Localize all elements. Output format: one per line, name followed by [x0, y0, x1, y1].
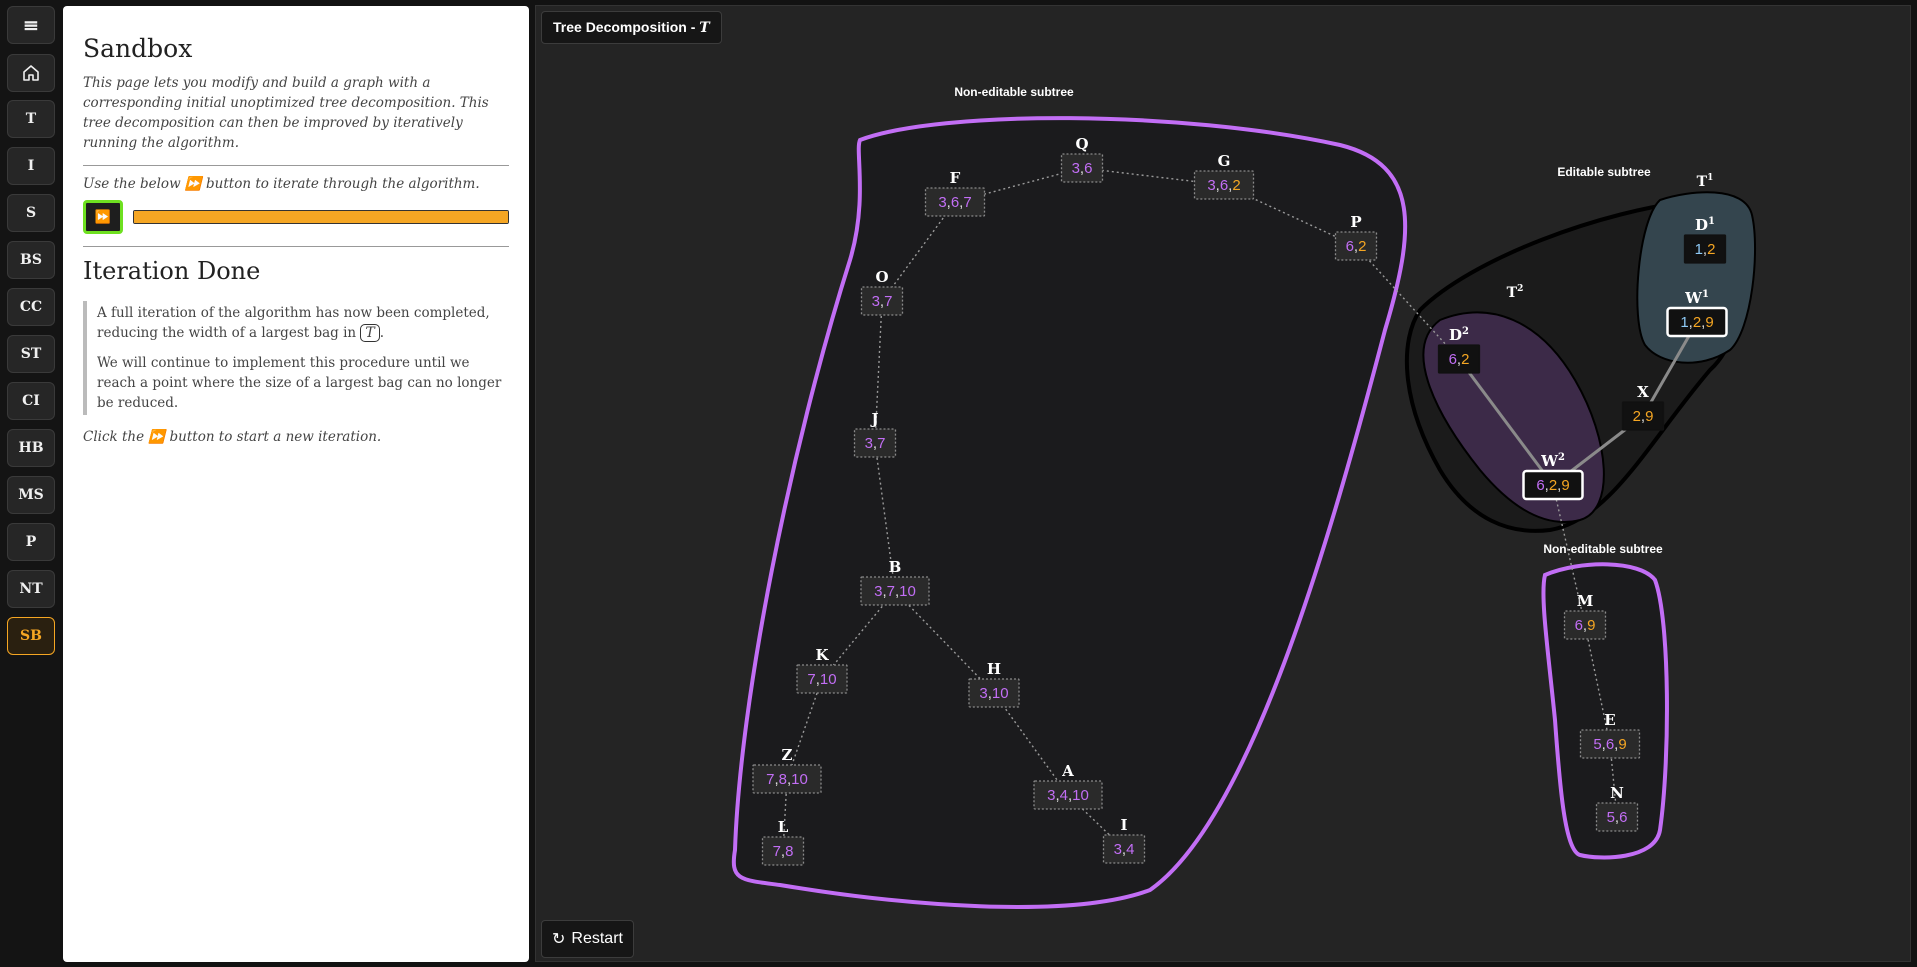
bag-values: 5,6: [1607, 809, 1628, 826]
bag-values: 2,9: [1633, 408, 1654, 425]
bag-values: 6,2: [1449, 351, 1470, 368]
t1-label: T1: [1697, 173, 1714, 190]
bag-values: 3,7: [872, 293, 893, 310]
bag-values: 3,7: [865, 435, 886, 452]
node-label: G: [1218, 152, 1231, 170]
bag-values: 6,9: [1575, 617, 1596, 634]
restart-label: Restart: [571, 930, 623, 947]
node-label: P: [1350, 213, 1361, 231]
bag-values: 1,2,9: [1680, 314, 1713, 331]
bag-values: 3,4: [1114, 841, 1135, 858]
bag-values: 1,2: [1695, 241, 1716, 258]
noneditable-bottom-label: Non-editable subtree: [1543, 542, 1663, 556]
node-label: H: [987, 660, 1001, 678]
bag-values: 7,8,10: [766, 771, 808, 788]
bag-values: 3,6,2: [1207, 177, 1240, 194]
noneditable-top-label: Non-editable subtree: [954, 85, 1074, 99]
tree-symbol: T: [699, 20, 710, 36]
restart-button[interactable]: ↻ Restart: [541, 920, 634, 958]
node-label: B: [889, 558, 902, 576]
bag-values: 3,6,7: [938, 194, 971, 211]
bag-values: 6,2: [1346, 238, 1367, 255]
bag-values: 6,2,9: [1536, 477, 1569, 494]
tree-decomposition-graph: Non-editable subtree Editable subtree No…: [731, 85, 1757, 909]
node-label: X: [1637, 383, 1649, 401]
node-label: A: [1061, 762, 1074, 780]
node-label: O: [875, 268, 888, 286]
node-label: Z: [782, 746, 793, 764]
node-label: E: [1604, 711, 1615, 729]
node-label: K: [815, 646, 829, 664]
bag-values: 5,6,9: [1593, 736, 1626, 753]
bag-values: 3,4,10: [1047, 787, 1089, 804]
node-label: J: [869, 410, 878, 428]
bag-values: 7,10: [807, 671, 836, 688]
bag-values: 3,6: [1072, 160, 1093, 177]
editable-label: Editable subtree: [1557, 165, 1651, 179]
node-label: N: [1610, 784, 1624, 802]
node-label: F: [950, 169, 961, 187]
bag-values: 7,8: [773, 843, 794, 860]
canvas-title: Tree Decomposition - T: [541, 11, 722, 44]
node-label: Q: [1075, 135, 1088, 153]
node-label: L: [778, 818, 789, 836]
bag-values: 3,7,10: [874, 583, 916, 600]
node-label: M: [1577, 592, 1594, 610]
bag-values: 3,10: [979, 685, 1008, 702]
restart-icon: ↻: [552, 931, 566, 948]
node-label: I: [1120, 816, 1127, 834]
